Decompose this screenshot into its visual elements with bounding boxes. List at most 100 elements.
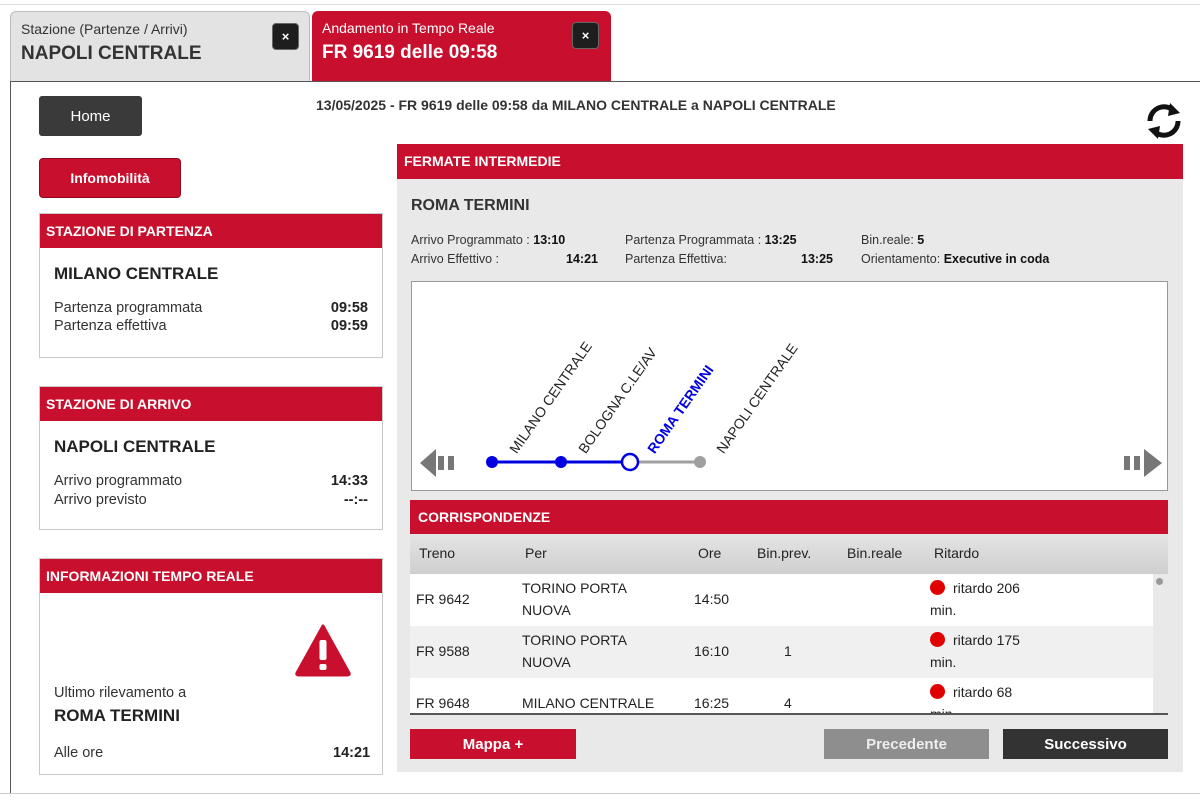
tab-station-title: NAPOLI CENTRALE [21,43,202,64]
selected-stop-name: ROMA TERMINI [411,197,530,214]
arrival-station: NAPOLI CENTRALE [54,437,216,456]
scheduled-departure-label: Partenza Programmata : [625,233,762,247]
infomobilita-button[interactable]: Infomobilità [39,158,181,198]
cell-ritardo-line1: ritardo 68 [953,684,1013,700]
table-row[interactable]: FR 9648 MILANO CENTRALE 16:25 4 ritardo … [410,678,1153,715]
detection-time: 14:21 [333,745,371,761]
arrival-panel-title: STAZIONE DI ARRIVO [40,387,382,421]
table-row[interactable]: FR 9588 TORINO PORTA NUOVA 16:10 1 ritar… [410,626,1153,678]
actual-departure-value: 13:25 [801,252,833,266]
arrival-expected-time: --:-- [343,492,368,508]
cell-per-line2: NUOVA [522,602,571,618]
cell-ritardo-line1: ritardo 206 [953,580,1020,596]
cell-ritardo-line2: min. [930,602,957,618]
tab-realtime-title: FR 9619 delle 09:58 [322,42,498,63]
cell-treno: FR 9642 [416,591,470,607]
stop-dot-napoli[interactable] [694,456,706,468]
cell-ritardo-line1: ritardo 175 [953,632,1020,648]
departure-panel: STAZIONE DI PARTENZA MILANO CENTRALE Par… [39,213,383,358]
cell-per-line1: TORINO PORTA [522,632,628,648]
scheduled-departure-time: 13:25 [764,233,797,247]
cell-ritardo: ritardo 68 [930,684,1012,700]
last-detection-label: Ultimo rilevamento a [54,685,187,701]
route-line [486,452,706,472]
actual-departure-label: Partenza Effettiva: [625,252,727,266]
cell-ore: 16:10 [694,643,730,659]
cell-ritardo: ritardo 206 [930,580,1020,596]
orientation: Orientamento: Executive in coda [861,252,1049,266]
departure-actual-row: Partenza effettiva 09:59 [40,318,382,334]
detection-time-label: Alle ore [54,745,104,761]
departure-scheduled-label: Partenza programmata [54,300,203,316]
tab-station[interactable]: Stazione (Partenze / Arrivi) NAPOLI CENT… [10,11,310,81]
tab-realtime-subtitle: Andamento in Tempo Reale [322,20,495,36]
scheduled-departure: Partenza Programmata : 13:25 [625,233,797,247]
orientation-label: Orientamento: [861,252,941,266]
col-per: Per [525,545,547,561]
cell-per-line2: NUOVA [522,654,571,670]
platform: Bin.reale: 5 [861,233,924,247]
departure-station: MILANO CENTRALE [54,264,219,283]
arrival-scheduled-label: Arrivo programmato [54,473,183,489]
scheduled-arrival-time: 13:10 [533,233,566,247]
col-binprev: Bin.prev. [757,545,812,561]
bottom-border [0,793,1200,794]
cell-ore: 16:25 [694,695,730,711]
departure-actual-time: 09:59 [330,318,368,334]
realtime-panel-title: INFORMAZIONI TEMPO REALE [40,559,382,593]
cell-ore: 14:50 [694,591,730,607]
next-button[interactable]: Successivo [1003,729,1168,759]
arrival-scheduled-time: 14:33 [330,473,368,489]
scrollbar-thumb[interactable] [1156,578,1163,585]
stop-dot-roma[interactable] [620,452,640,472]
arrival-panel: STAZIONE DI ARRIVO NAPOLI CENTRALE Arriv… [39,386,383,530]
actual-departure-time: 13:25 [801,252,833,266]
col-treno: Treno [419,545,456,561]
cell-treno: FR 9588 [416,643,470,659]
col-binreale: Bin.reale [847,545,903,561]
cell-binprev: 1 [784,643,792,659]
arrival-expected-label: Arrivo previsto [54,492,147,508]
departure-scheduled-time: 09:58 [330,300,368,316]
col-ritardo: Ritardo [934,545,980,561]
refresh-icon[interactable] [1140,97,1188,145]
connections-table-body[interactable]: FR 9642 TORINO PORTA NUOVA 14:50 ritardo… [410,574,1168,715]
route-map: MILANO CENTRALE BOLOGNA C.LE/AV ROMA TER… [411,281,1168,491]
tab-station-subtitle: Stazione (Partenze / Arrivi) [21,21,188,37]
connections-title: CORRISPONDENZE [410,500,1168,534]
delay-indicator-icon [930,684,945,699]
actual-departure: Partenza Effettiva: [625,252,727,266]
actual-arrival-label: Arrivo Effettivo : [411,252,499,266]
home-button[interactable]: Home [39,96,142,136]
cell-per-line1: MILANO CENTRALE [522,695,655,711]
tab-station-close-button[interactable]: × [272,23,299,50]
tab-realtime-close-button[interactable]: × [572,22,599,49]
departure-actual-label: Partenza effettiva [54,318,167,334]
delay-indicator-icon [930,580,945,595]
intermediate-stops-section: FERMATE INTERMEDIE ROMA TERMINI Arrivo P… [397,144,1183,772]
cell-ritardo-line2: min. [930,706,957,715]
realtime-panel: INFORMAZIONI TEMPO REALE Ultimo rilevame… [39,558,383,775]
cell-treno: FR 9648 [416,695,470,711]
previous-button[interactable]: Precedente [824,729,989,759]
stop-dot-milano[interactable] [486,456,498,468]
arrival-expected-row: Arrivo previsto --:-- [40,492,382,508]
train-headline: 13/05/2025 - FR 9619 delle 09:58 da MILA… [316,97,836,113]
actual-arrival-value: 14:21 [566,252,598,266]
actual-arrival: Arrivo Effettivo : [411,252,499,266]
intermediate-stops-title: FERMATE INTERMEDIE [397,144,1183,179]
platform-label: Bin.reale: [861,233,914,247]
connections-table-header: Treno Per Ore Bin.prev. Bin.reale Ritard… [410,534,1168,574]
arrival-scheduled-row: Arrivo programmato 14:33 [40,473,382,489]
departure-scheduled-row: Partenza programmata 09:58 [40,300,382,316]
map-button[interactable]: Mappa + [410,729,576,759]
cell-ritardo: ritardo 175 [930,632,1020,648]
last-detection-station: ROMA TERMINI [54,706,180,725]
platform-value: 5 [917,233,925,247]
departure-panel-title: STAZIONE DI PARTENZA [40,214,382,248]
tab-realtime[interactable]: Andamento in Tempo Reale FR 9619 delle 0… [312,11,611,81]
orientation-value: Executive in coda [943,252,1050,266]
stop-dot-bologna[interactable] [555,456,567,468]
table-row[interactable]: FR 9642 TORINO PORTA NUOVA 14:50 ritardo… [410,574,1153,626]
actual-arrival-time: 14:21 [566,252,598,266]
